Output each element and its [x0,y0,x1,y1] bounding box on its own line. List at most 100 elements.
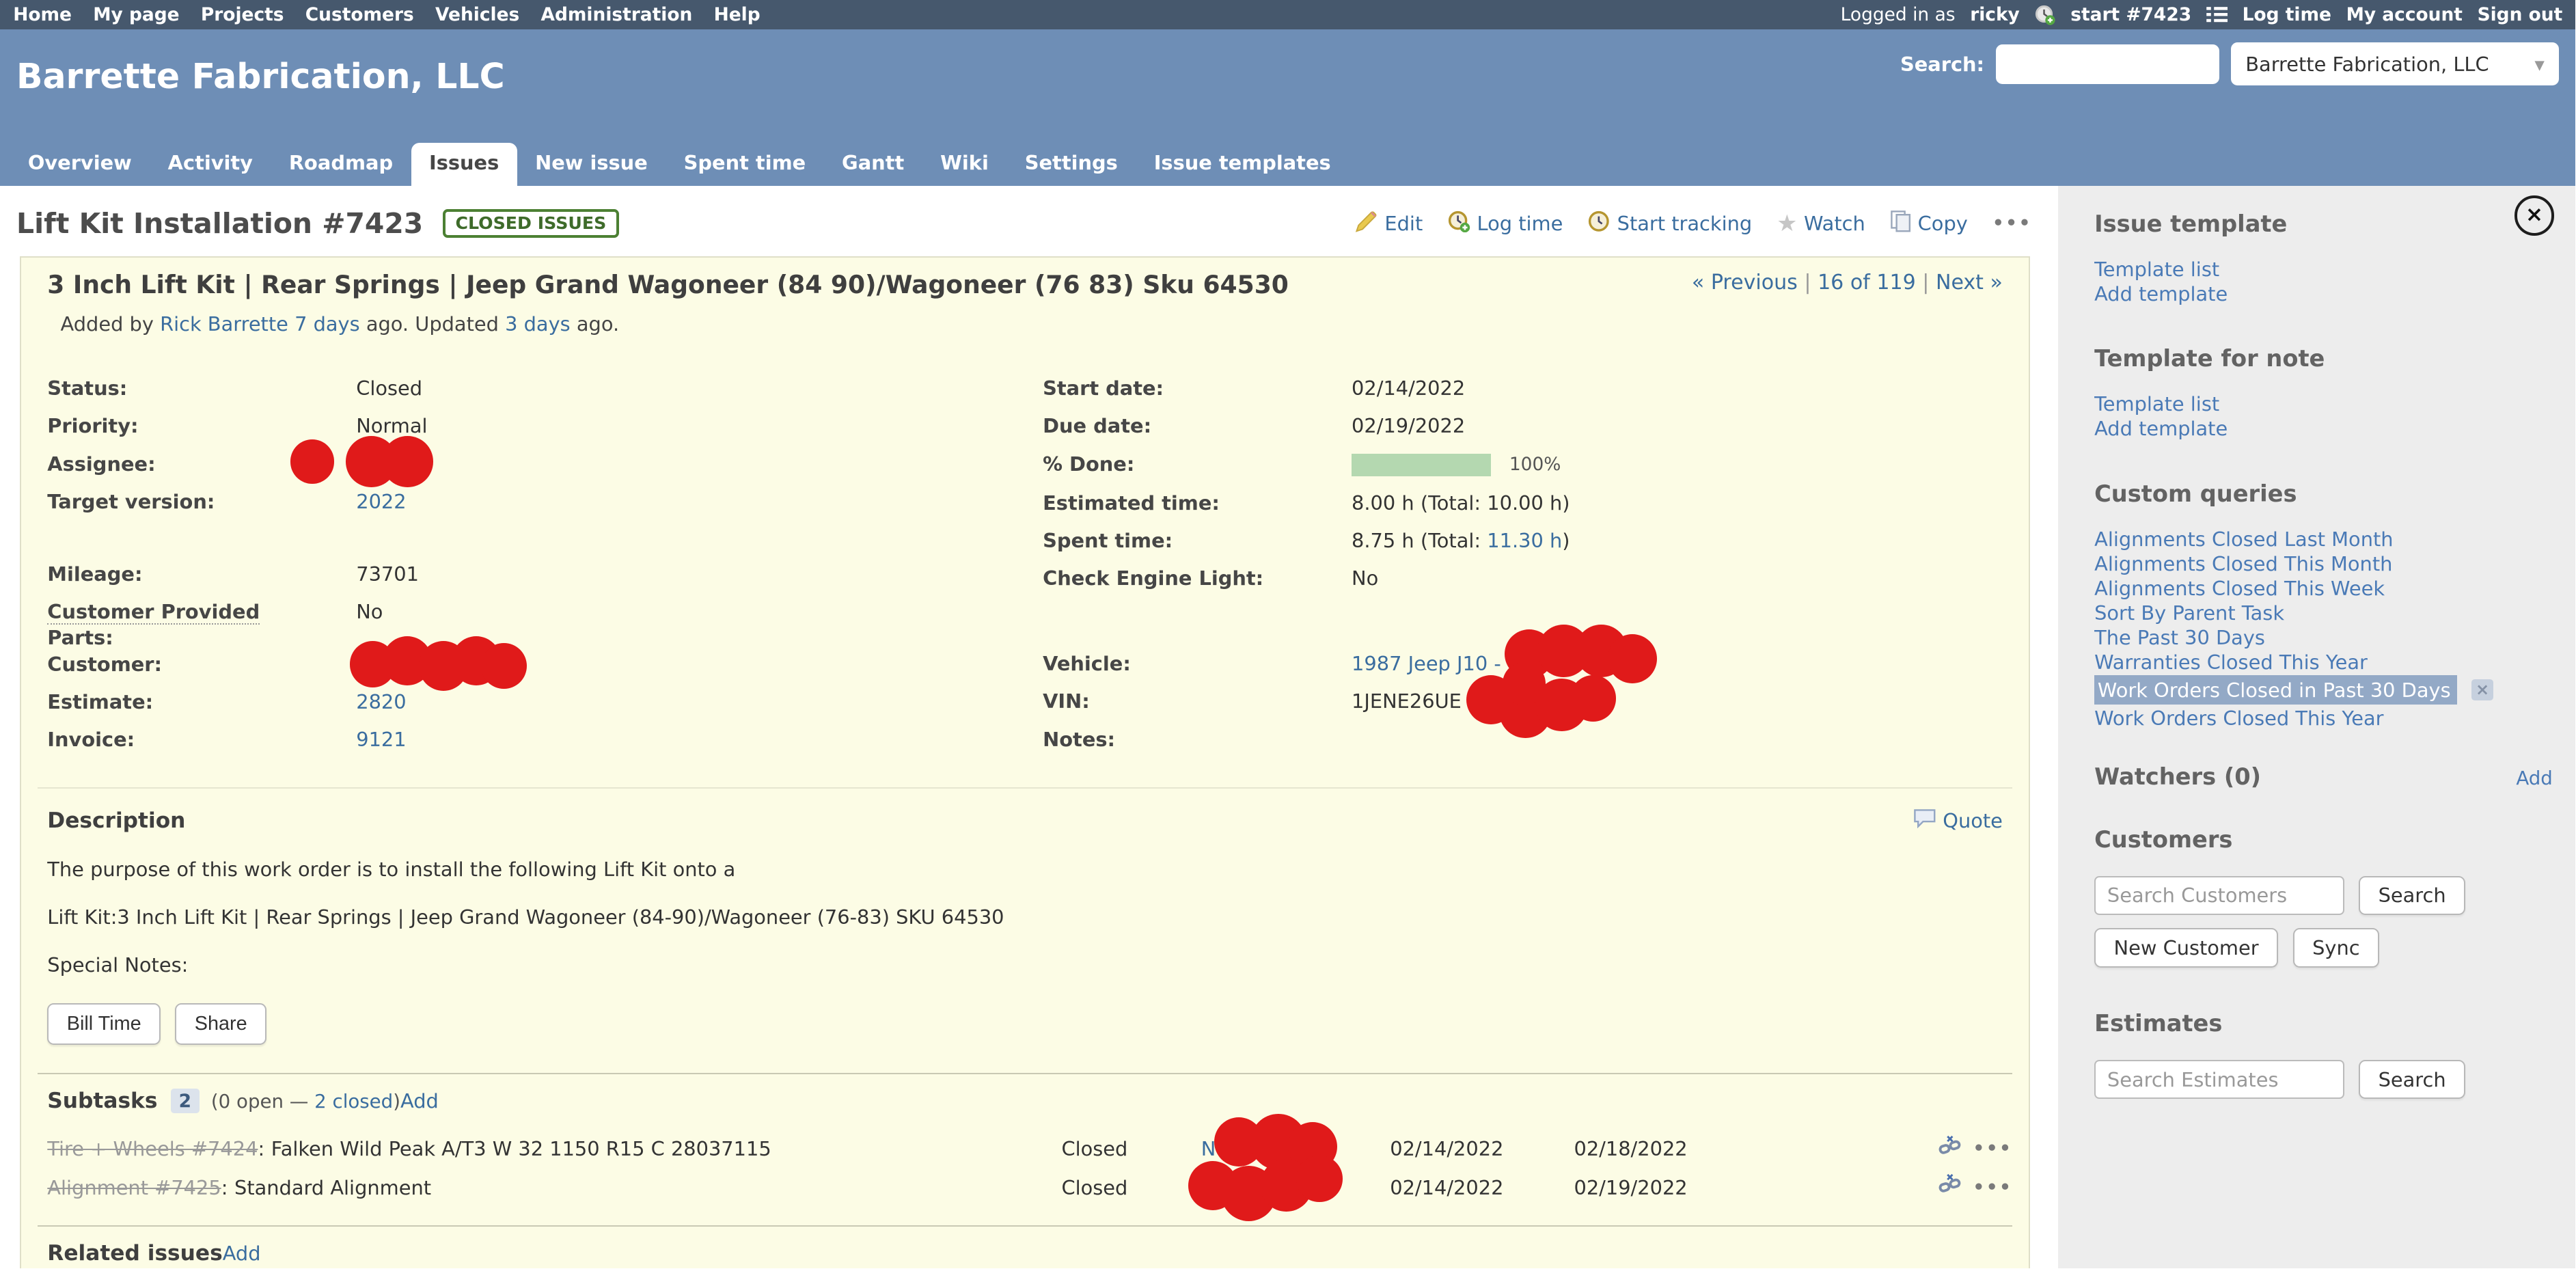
copy-label: Copy [1918,212,1968,235]
estimate-link[interactable]: 2820 [356,690,406,713]
subtask-more-button[interactable]: ••• [1973,1135,2012,1163]
custom-query-link[interactable]: Alignments Closed This Week [2094,576,2553,601]
subtasks-closed-link[interactable]: 2 closed [314,1090,393,1113]
add-watcher-link[interactable]: Add [2516,767,2552,789]
description-divider [38,787,2012,789]
tab-wiki[interactable]: Wiki [922,143,1007,186]
search-customers-button[interactable]: Search [2359,876,2465,915]
customer-provided-parts-label: Customer Provided [47,600,260,625]
close-sidebar-button[interactable]: × [2515,195,2554,235]
vehicle-label: Vehicle: [1043,651,1352,677]
target-version-link[interactable]: 2022 [356,490,406,513]
project-selector[interactable]: Barrette Fabrication, LLC ▾ [2231,42,2560,85]
search-label: Search: [1900,53,1984,76]
custom-query-link[interactable]: Warranties Closed This Year [2094,650,2553,674]
custom-query-link[interactable]: Sort By Parent Task [2094,601,2553,625]
start-tracking-button[interactable]: Start tracking [1587,210,1752,238]
redaction-blob [1608,634,1657,683]
tab-issue-templates[interactable]: Issue templates [1136,143,1349,186]
copy-button[interactable]: Copy [1890,210,1968,238]
subtask-id-link[interactable]: Tire + Wheels #7424 [47,1137,258,1160]
sync-button[interactable]: Sync [2293,928,2379,967]
vehicle-link[interactable]: 1987 Jeep J10 - [1352,652,1501,675]
top-menu-help[interactable]: Help [714,4,761,25]
search-input[interactable] [1996,44,2219,84]
tab-gantt[interactable]: Gantt [824,143,922,186]
description-paragraph: The purpose of this work order is to ins… [47,858,2012,881]
bill-time-button[interactable]: Bill Time [47,1003,161,1045]
tab-issues[interactable]: Issues [411,143,517,186]
spent-time-total-link[interactable]: 11.30 h [1487,529,1562,552]
note-add-template-link[interactable]: Add template [2094,416,2553,441]
byline-suffix: ago. [577,312,619,336]
edit-button[interactable]: Edit [1355,210,1423,238]
log-time-link[interactable]: Log time [2243,4,2331,25]
quote-button[interactable]: Quote [1913,808,2003,833]
clear-query-icon[interactable]: × [2471,679,2493,700]
tab-settings[interactable]: Settings [1006,143,1136,186]
issue-add-template-link[interactable]: Add template [2094,282,2553,306]
tab-new-issue[interactable]: New issue [517,143,666,186]
top-menu-my-page[interactable]: My page [93,4,179,25]
subtask-due-date: 02/18/2022 [1574,1135,1738,1163]
top-menu-customers[interactable]: Customers [305,4,414,25]
custom-query-link[interactable]: Alignments Closed Last Month [2094,527,2553,551]
start-tracking-issue-link[interactable]: start #7423 [2070,4,2191,25]
search-customers-input[interactable] [2094,876,2344,916]
watch-button[interactable]: ★ Watch [1777,210,1865,236]
subtasks-open-count: (0 open — [211,1090,308,1113]
clock-plus-icon[interactable] [2034,4,2055,25]
issue-template-list-link[interactable]: Template list [2094,257,2553,282]
tab-roadmap[interactable]: Roadmap [271,143,411,186]
log-time-button[interactable]: Log time [1447,210,1563,238]
sign-out-link[interactable]: Sign out [2478,4,2563,25]
unlink-icon[interactable] [1938,1173,1962,1202]
add-subtask-link[interactable]: Add [400,1089,439,1113]
my-account-link[interactable]: My account [2346,4,2463,25]
subtask-due-date: 02/19/2022 [1574,1174,1738,1202]
previous-issue-link[interactable]: « Previous [1692,271,1798,295]
issue-title-row: Lift Kit Installation #7423 CLOSED ISSUE… [0,186,2058,256]
updated-ago-link[interactable]: 3 days [505,312,571,336]
tab-spent-time[interactable]: Spent time [666,143,823,186]
custom-query-link-selected[interactable]: Work Orders Closed in Past 30 Days [2094,675,2457,705]
top-menu-vehicles[interactable]: Vehicles [435,4,519,25]
search-estimates-input[interactable] [2094,1060,2344,1100]
search-estimates-button[interactable]: Search [2359,1060,2465,1099]
next-issue-link[interactable]: Next » [1936,271,2003,295]
current-user-link[interactable]: ricky [1970,4,2020,25]
invoice-link[interactable]: 9121 [356,728,406,751]
new-customer-button[interactable]: New Customer [2094,928,2278,967]
subtask-more-button[interactable]: ••• [1973,1174,2012,1202]
custom-query-link[interactable]: The Past 30 Days [2094,625,2553,650]
watchers-heading: Watchers (0) [2094,763,2261,790]
more-actions-button[interactable]: ••• [1992,213,2032,234]
header-search-area: Search: Barrette Fabrication, LLC ▾ [1900,42,2559,85]
custom-query-link[interactable]: Alignments Closed This Month [2094,551,2553,576]
list-icon[interactable] [2206,5,2228,23]
unlink-icon[interactable] [1938,1135,1962,1164]
notes-label: Notes: [1043,726,1352,752]
share-button[interactable]: Share [175,1003,266,1045]
custom-query-link[interactable]: Work Orders Closed This Year [2094,706,2553,731]
issue-pagination: « Previous | 16 of 119 | Next » [1692,271,2012,295]
note-template-list-link[interactable]: Template list [2094,392,2553,416]
tab-activity[interactable]: Activity [150,143,271,186]
start-date-label: Start date: [1043,375,1352,401]
tab-overview[interactable]: Overview [10,143,150,186]
check-engine-light-label: Check Engine Light: [1043,565,1352,591]
attr-invoice: Invoice:9121 [47,726,1043,752]
issue-attributes: Status:Closed Priority:Normal Assignee: … [47,375,2012,765]
add-related-issue-link[interactable]: Add [223,1242,261,1265]
added-ago-link[interactable]: 7 days [294,312,360,336]
top-menu-home[interactable]: Home [13,4,72,25]
subtask-id-link[interactable]: Alignment #7425 [47,1176,221,1199]
redaction-blob [1296,1156,1342,1201]
top-menu-projects[interactable]: Projects [201,4,284,25]
description-header: Description Quote [38,808,2012,833]
top-menu-administration[interactable]: Administration [541,4,693,25]
clock-icon [1587,210,1611,238]
author-link[interactable]: Rick Barrette [160,312,288,336]
issue-subject: 3 Inch Lift Kit | Rear Springs | Jeep Gr… [47,271,1289,299]
start-tracking-label: Start tracking [1617,212,1753,235]
